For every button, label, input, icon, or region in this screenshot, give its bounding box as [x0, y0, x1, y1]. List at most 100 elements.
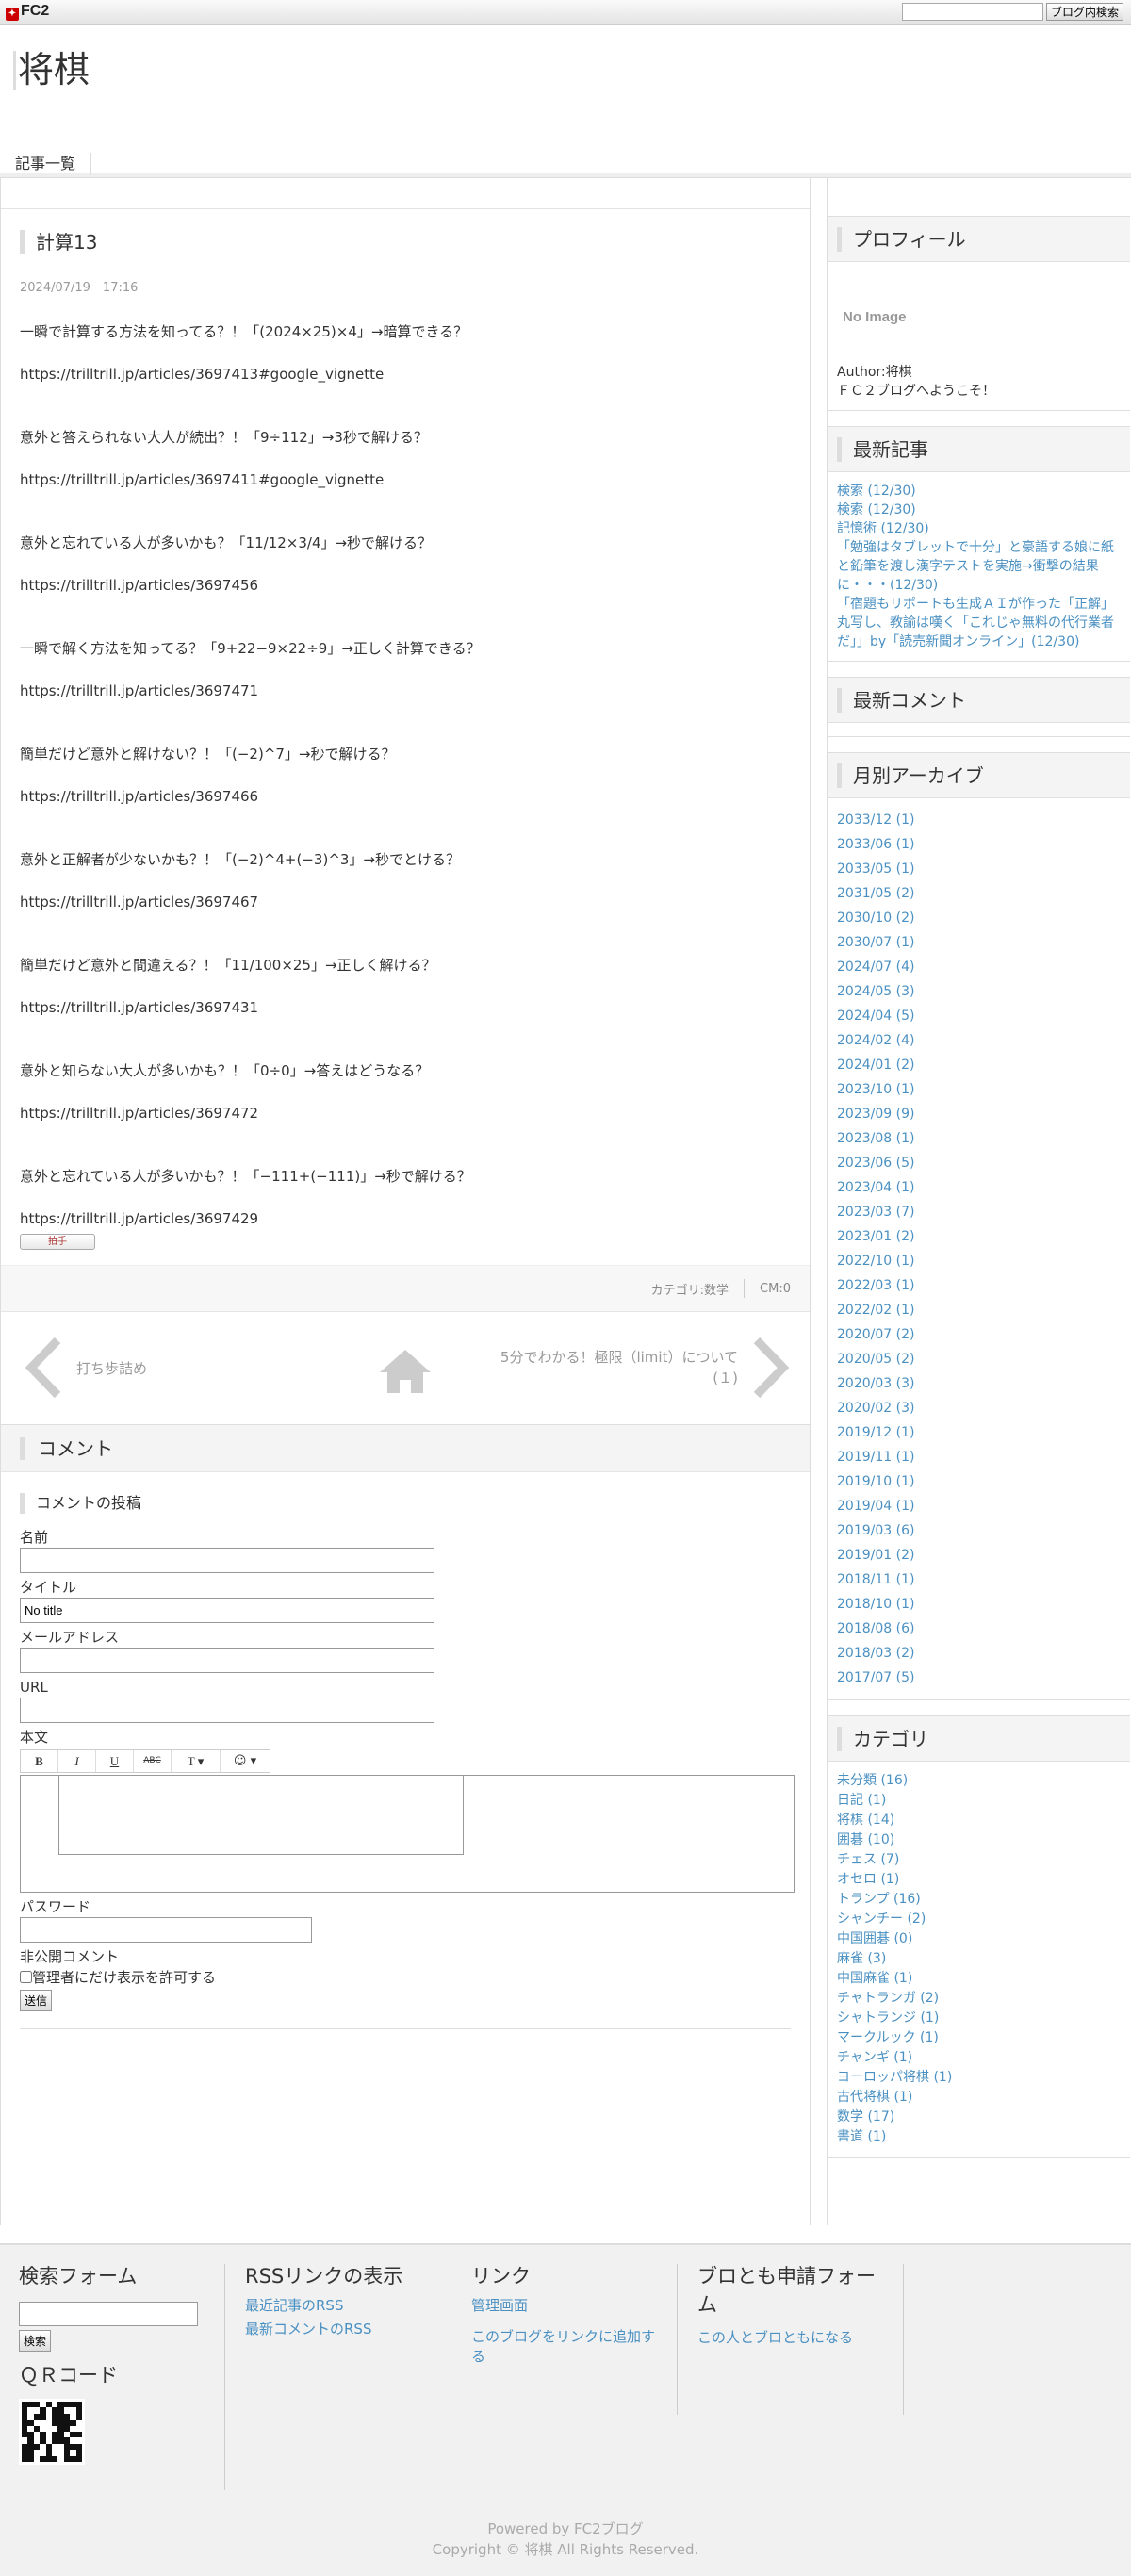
title-input[interactable]	[20, 1598, 434, 1623]
category-link[interactable]: シャンチー (2)	[837, 1910, 1121, 1929]
archive-link[interactable]: 2031/05 (2)	[837, 881, 1121, 906]
category-link[interactable]: トランプ (16)	[837, 1890, 1121, 1910]
entry-link[interactable]: https://trilltrill.jp/articles/3697429	[20, 1208, 791, 1229]
entry-category-link[interactable]: カテゴリ:数学	[651, 1280, 729, 1298]
category-link[interactable]: 中国囲碁 (0)	[837, 1929, 1121, 1949]
category-link[interactable]: オセロ (1)	[837, 1870, 1121, 1890]
emoji-button[interactable]: ☺ ▾	[221, 1750, 270, 1772]
archive-link[interactable]: 2023/01 (2)	[837, 1224, 1121, 1249]
entry-link[interactable]: https://trilltrill.jp/articles/3697456	[20, 575, 791, 596]
archive-link[interactable]: 2033/06 (1)	[837, 832, 1121, 857]
clap-button[interactable]: 拍手	[20, 1234, 95, 1250]
archive-link[interactable]: 2018/08 (6)	[837, 1616, 1121, 1641]
category-link[interactable]: シャトランジ (1)	[837, 2009, 1121, 2028]
archive-link[interactable]: 2018/03 (2)	[837, 1641, 1121, 1665]
category-link[interactable]: 古代将棋 (1)	[837, 2088, 1121, 2108]
category-link[interactable]: ヨーロッパ将棋 (1)	[837, 2068, 1121, 2088]
rss-entries-link[interactable]: 最近記事のRSS	[245, 2296, 452, 2316]
email-input[interactable]	[20, 1648, 434, 1673]
archive-link[interactable]: 2023/10 (1)	[837, 1077, 1121, 1102]
fc2-search-button[interactable]: ブログ内検索	[1045, 3, 1123, 21]
recent-entry-link[interactable]: 検索 (12/30)	[837, 500, 1121, 519]
name-input[interactable]	[20, 1548, 434, 1573]
archive-link[interactable]: 2024/07 (4)	[837, 955, 1121, 979]
archive-link[interactable]: 2024/04 (5)	[837, 1004, 1121, 1028]
archive-link[interactable]: 2019/12 (1)	[837, 1420, 1121, 1445]
fc2-search-input[interactable]	[901, 3, 1043, 21]
bold-button[interactable]: B	[21, 1750, 58, 1772]
fc2-logo[interactable]: ✦ FC2	[6, 3, 49, 21]
font-button[interactable]: T ▾	[172, 1750, 221, 1772]
body-textarea[interactable]	[20, 1775, 795, 1893]
archive-link[interactable]: 2030/07 (1)	[837, 930, 1121, 955]
admin-link[interactable]: 管理画面	[471, 2296, 660, 2316]
url-input[interactable]	[20, 1698, 434, 1723]
archive-link[interactable]: 2020/07 (2)	[837, 1322, 1121, 1347]
archive-link[interactable]: 2024/05 (3)	[837, 979, 1121, 1004]
archive-link[interactable]: 2020/02 (3)	[837, 1396, 1121, 1420]
add-link-link[interactable]: このブログをリンクに追加する	[471, 2327, 660, 2367]
strike-button[interactable]: ABC	[134, 1750, 172, 1772]
entry-link[interactable]: https://trilltrill.jp/articles/3697413#g…	[20, 364, 791, 385]
archive-link[interactable]: 2033/05 (1)	[837, 857, 1121, 881]
entry-link[interactable]: https://trilltrill.jp/articles/3697466	[20, 786, 791, 807]
archive-link[interactable]: 2020/03 (3)	[837, 1371, 1121, 1396]
category-link[interactable]: チェス (7)	[837, 1850, 1121, 1870]
entry-link[interactable]: https://trilltrill.jp/articles/3697411#g…	[20, 469, 791, 490]
entry-title[interactable]: 計算13	[20, 230, 810, 254]
archive-link[interactable]: 2018/10 (1)	[837, 1592, 1121, 1616]
home-icon[interactable]	[378, 1348, 433, 1395]
next-entry-link[interactable]: 5分でわかる！極限（limit）について(１)	[493, 1337, 791, 1399]
recent-entry-link[interactable]: 「宿題もリポートも生成ＡＩが作った「正解」丸写し、教諭は嘆く「これじゃ無料の代行…	[837, 595, 1121, 651]
private-checkbox[interactable]	[20, 1971, 32, 1983]
powered-by[interactable]: Powered by FC2ブログ	[0, 2519, 1131, 2539]
category-link[interactable]: チャンギ (1)	[837, 2048, 1121, 2068]
archive-link[interactable]: 2022/03 (1)	[837, 1273, 1121, 1298]
category-link[interactable]: マークルック (1)	[837, 2028, 1121, 2048]
entry-link[interactable]: https://trilltrill.jp/articles/3697472	[20, 1103, 791, 1124]
archive-link[interactable]: 2023/08 (1)	[837, 1126, 1121, 1151]
archive-link[interactable]: 2024/02 (4)	[837, 1028, 1121, 1053]
entry-link[interactable]: https://trilltrill.jp/articles/3697471	[20, 681, 791, 701]
archive-link[interactable]: 2019/03 (6)	[837, 1518, 1121, 1543]
archive-link[interactable]: 2019/11 (1)	[837, 1445, 1121, 1469]
archive-link[interactable]: 2020/05 (2)	[837, 1347, 1121, 1371]
footer-search-input[interactable]	[19, 2302, 198, 2326]
archive-link[interactable]: 2022/10 (1)	[837, 1249, 1121, 1273]
italic-button[interactable]: I	[58, 1750, 96, 1772]
entry-link[interactable]: https://trilltrill.jp/articles/3697467	[20, 892, 791, 912]
nav-item-article-list[interactable]: 記事一覧	[0, 153, 92, 175]
friend-link[interactable]: この人とブロともになる	[697, 2328, 886, 2348]
category-link[interactable]: 未分類 (16)	[837, 1771, 1121, 1791]
archive-link[interactable]: 2022/02 (1)	[837, 1298, 1121, 1322]
archive-link[interactable]: 2023/09 (9)	[837, 1102, 1121, 1126]
category-link[interactable]: チャトランガ (2)	[837, 1989, 1121, 2009]
prev-entry-link[interactable]: 打ち歩詰め	[24, 1337, 147, 1399]
archive-link[interactable]: 2019/04 (1)	[837, 1494, 1121, 1518]
recent-entry-link[interactable]: 記憶術 (12/30)	[837, 519, 1121, 538]
archive-link[interactable]: 2023/03 (7)	[837, 1200, 1121, 1224]
submit-button[interactable]: 送信	[20, 1990, 53, 2011]
archive-link[interactable]: 2017/07 (5)	[837, 1665, 1121, 1690]
entry-cm-count[interactable]: CM:0	[760, 1282, 791, 1296]
underline-button[interactable]: U	[96, 1750, 134, 1772]
archive-link[interactable]: 2030/10 (2)	[837, 906, 1121, 930]
archive-link[interactable]: 2018/11 (1)	[837, 1567, 1121, 1592]
entry-link[interactable]: https://trilltrill.jp/articles/3697431	[20, 997, 791, 1018]
blog-title[interactable]: 将棋	[13, 50, 90, 90]
category-link[interactable]: 麻雀 (3)	[837, 1949, 1121, 1969]
archive-link[interactable]: 2023/06 (5)	[837, 1151, 1121, 1175]
category-link[interactable]: 数学 (17)	[837, 2108, 1121, 2127]
footer-search-button[interactable]: 検索	[19, 2330, 52, 2352]
archive-link[interactable]: 2033/12 (1)	[837, 808, 1121, 832]
category-link[interactable]: 囲碁 (10)	[837, 1830, 1121, 1850]
category-link[interactable]: 将棋 (14)	[837, 1811, 1121, 1830]
archive-link[interactable]: 2019/01 (2)	[837, 1543, 1121, 1567]
recent-entry-link[interactable]: 「勉強はタブレットで十分」と豪語する娘に紙と鉛筆を渡し漢字テストを実施→衝撃の結…	[837, 538, 1121, 595]
category-link[interactable]: 中国麻雀 (1)	[837, 1969, 1121, 1989]
archive-link[interactable]: 2024/01 (2)	[837, 1053, 1121, 1077]
category-link[interactable]: 書道 (1)	[837, 2127, 1121, 2147]
category-link[interactable]: 日記 (1)	[837, 1791, 1121, 1811]
archive-link[interactable]: 2019/10 (1)	[837, 1469, 1121, 1494]
archive-link[interactable]: 2023/04 (1)	[837, 1175, 1121, 1200]
